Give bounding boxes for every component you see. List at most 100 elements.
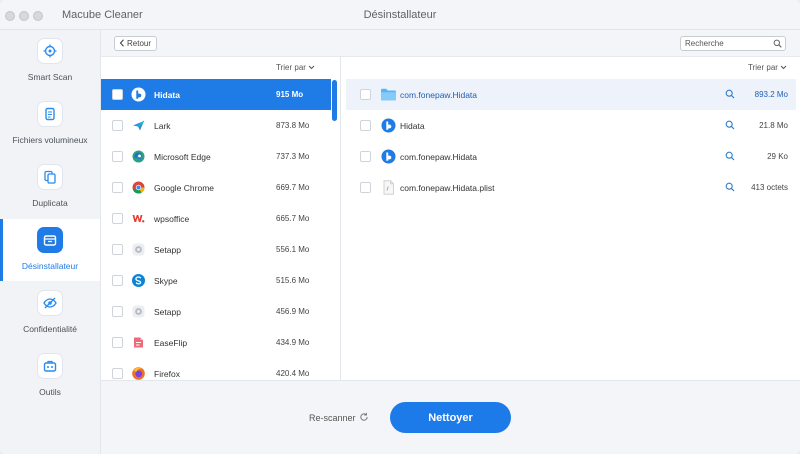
app-row[interactable]: Firefox 420.4 Mo: [101, 358, 331, 380]
file-size: 29 Ko: [767, 152, 788, 161]
search-input[interactable]: Recherche: [680, 36, 786, 51]
app-row[interactable]: wpsoffice 665.7 Mo: [101, 203, 331, 234]
search-icon[interactable]: [725, 120, 735, 132]
sidebar-item-smart-scan[interactable]: Smart Scan: [0, 30, 100, 92]
file-name: com.fonepaw.Hidata: [400, 152, 478, 162]
sidebar-item-duplicates[interactable]: Duplicata: [0, 156, 100, 218]
hidata-icon: [380, 149, 397, 164]
app-size: 737.3 Mo: [276, 152, 310, 161]
zoom-window-button[interactable]: [33, 11, 43, 21]
app-name: Lark: [154, 121, 171, 131]
checkbox[interactable]: [112, 337, 123, 348]
wps-icon: [131, 211, 146, 226]
checkbox[interactable]: [112, 275, 123, 286]
sort-label: Trier par: [748, 63, 778, 72]
sort-dropdown[interactable]: Trier par: [748, 63, 787, 72]
sidebar-item-label: Fichiers volumineux: [12, 135, 88, 145]
setapp-icon: [131, 242, 146, 257]
edge-icon: [131, 149, 146, 164]
search-icon: [773, 39, 782, 50]
app-title: Macube Cleaner: [62, 9, 143, 21]
file-size: 21.8 Mo: [759, 121, 788, 130]
app-row[interactable]: EaseFlip 434.9 Mo: [101, 327, 331, 358]
app-size: 556.1 Mo: [276, 245, 310, 254]
checkbox[interactable]: [112, 306, 123, 317]
app-name: Google Chrome: [154, 183, 215, 193]
file-row[interactable]: com.fonepaw.Hidata 29 Ko: [346, 141, 796, 172]
app-row[interactable]: Microsoft Edge 737.3 Mo: [101, 141, 331, 172]
search-icon[interactable]: [725, 89, 735, 101]
chrome-icon: [131, 180, 146, 195]
chevron-left-icon: [119, 38, 125, 49]
sidebar: Smart Scan Fichiers volumineux Duplicata…: [0, 30, 101, 454]
checkbox[interactable]: [112, 182, 123, 193]
checkbox[interactable]: [112, 151, 123, 162]
close-window-button[interactable]: [5, 11, 15, 21]
sort-dropdown[interactable]: Trier par: [276, 63, 315, 72]
duplicate-icon: [37, 164, 63, 190]
setapp-icon: [131, 304, 146, 319]
hidata-icon: [380, 118, 397, 133]
scrollbar[interactable]: [332, 80, 337, 121]
chevron-down-icon: [780, 63, 787, 72]
checkbox[interactable]: [112, 368, 123, 379]
toolbar: Retour Recherche: [101, 30, 800, 57]
file-list: Trier par com.fonepaw.Hidata 893.2 Mo Hi…: [342, 57, 800, 380]
app-row[interactable]: Setapp 456.9 Mo: [101, 296, 331, 327]
app-row[interactable]: Skype 515.6 Mo: [101, 265, 331, 296]
refresh-icon: [359, 412, 369, 424]
rescan-label: Re-scanner: [309, 413, 356, 423]
sidebar-item-label: Smart Scan: [27, 72, 73, 82]
file-row[interactable]: com.fonepaw.Hidata 893.2 Mo: [346, 79, 796, 110]
app-row[interactable]: Google Chrome 669.7 Mo: [101, 172, 331, 203]
app-row[interactable]: Hidata 915 Mo: [101, 79, 331, 110]
file-name: com.fonepaw.Hidata.plist: [400, 183, 495, 193]
file-row[interactable]: Hidata 21.8 Mo: [346, 110, 796, 141]
checkbox[interactable]: [112, 89, 123, 100]
app-row[interactable]: Lark 873.8 Mo: [101, 110, 331, 141]
rescan-button[interactable]: Re-scanner: [309, 412, 369, 424]
checkbox[interactable]: [360, 89, 371, 100]
checkbox[interactable]: [360, 182, 371, 193]
file-name: com.fonepaw.Hidata: [400, 90, 478, 100]
search-placeholder: Recherche: [685, 39, 724, 48]
app-size: 669.7 Mo: [276, 183, 310, 192]
minimize-window-button[interactable]: [19, 11, 29, 21]
app-size: 456.9 Mo: [276, 307, 310, 316]
toolbox-icon: [37, 353, 63, 379]
app-size: 434.9 Mo: [276, 338, 310, 347]
app-name: Setapp: [154, 307, 181, 317]
file-row[interactable]: com.fonepaw.Hidata.plist 413 octets: [346, 172, 796, 203]
hidata-icon: [131, 87, 146, 102]
checkbox[interactable]: [112, 120, 123, 131]
checkbox[interactable]: [360, 120, 371, 131]
skype-icon: [131, 273, 146, 288]
app-name: Microsoft Edge: [154, 152, 211, 162]
sidebar-item-label: Confidentialité: [23, 324, 77, 334]
app-name: Firefox: [154, 369, 180, 379]
sidebar-item-tools[interactable]: Outils: [0, 345, 100, 407]
eye-slash-icon: [37, 290, 63, 316]
app-name: Skype: [154, 276, 178, 286]
sidebar-item-privacy[interactable]: Confidentialité: [0, 282, 100, 344]
sidebar-item-label: Outils: [39, 387, 61, 397]
sidebar-item-uninstaller[interactable]: Désinstallateur: [0, 219, 100, 281]
clean-button[interactable]: Nettoyer: [390, 402, 511, 433]
app-row[interactable]: Setapp 556.1 Mo: [101, 234, 331, 265]
search-icon[interactable]: [725, 182, 735, 194]
sidebar-item-large-files[interactable]: Fichiers volumineux: [0, 93, 100, 155]
back-button-label: Retour: [127, 39, 152, 48]
checkbox[interactable]: [360, 151, 371, 162]
app-size: 665.7 Mo: [276, 214, 310, 223]
file-name: Hidata: [400, 121, 425, 131]
target-icon: [37, 38, 63, 64]
lark-icon: [131, 118, 146, 133]
plist-file-icon: [380, 180, 397, 195]
title-bar: Macube Cleaner Désinstallateur: [0, 0, 800, 30]
chevron-down-icon: [308, 63, 315, 72]
back-button[interactable]: Retour: [114, 36, 158, 51]
app-list: Trier par Hidata 915 Mo Lark 873.8 Mo Mi…: [101, 57, 341, 380]
checkbox[interactable]: [112, 213, 123, 224]
checkbox[interactable]: [112, 244, 123, 255]
search-icon[interactable]: [725, 151, 735, 163]
